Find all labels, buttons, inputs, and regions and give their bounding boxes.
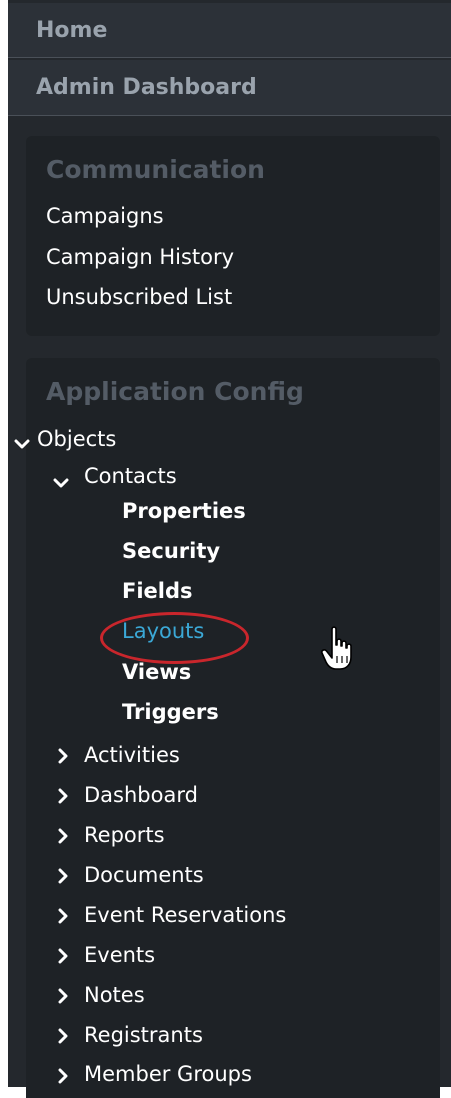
application-config-title: Application Config — [46, 377, 304, 406]
chevron-right-icon[interactable] — [55, 908, 71, 924]
chevron-right-icon[interactable] — [55, 788, 71, 804]
communication-title: Communication — [46, 155, 265, 184]
tree-contacts[interactable]: Contacts — [84, 464, 177, 488]
tree-registrants[interactable]: Registrants — [84, 1023, 203, 1047]
tree-objects[interactable]: Objects — [37, 427, 116, 451]
link-unsubscribed-list[interactable]: Unsubscribed List — [46, 285, 232, 309]
tree-event-reservations[interactable]: Event Reservations — [84, 903, 286, 927]
sidebar: Home Admin Dashboard Communication Campa… — [8, 0, 451, 1098]
chevron-right-icon[interactable] — [55, 1068, 71, 1084]
chevron-right-icon[interactable] — [55, 988, 71, 1004]
chevron-down-icon[interactable] — [14, 436, 30, 452]
tree-contacts-triggers[interactable]: Triggers — [122, 700, 219, 724]
chevron-down-icon[interactable] — [53, 475, 69, 491]
tree-events[interactable]: Events — [84, 943, 155, 967]
chevron-right-icon[interactable] — [55, 948, 71, 964]
link-campaign-history[interactable]: Campaign History — [46, 245, 234, 269]
nav-admin-dashboard[interactable]: Admin Dashboard — [8, 60, 451, 116]
tree-reports[interactable]: Reports — [84, 823, 165, 847]
chevron-right-icon[interactable] — [55, 748, 71, 764]
tree-contacts-fields[interactable]: Fields — [122, 579, 193, 603]
nav-home[interactable]: Home — [8, 3, 451, 58]
link-campaigns[interactable]: Campaigns — [46, 204, 164, 228]
chevron-right-icon[interactable] — [55, 1028, 71, 1044]
tree-dashboard[interactable]: Dashboard — [84, 783, 198, 807]
tree-member-groups[interactable]: Member Groups — [84, 1062, 252, 1086]
tree-contacts-security[interactable]: Security — [122, 539, 220, 563]
chevron-right-icon[interactable] — [55, 828, 71, 844]
tree-activities[interactable]: Activities — [84, 743, 180, 767]
chevron-right-icon[interactable] — [55, 868, 71, 884]
hand-pointer-icon — [321, 626, 352, 670]
tree-documents[interactable]: Documents — [84, 863, 204, 887]
tree-contacts-properties[interactable]: Properties — [122, 499, 246, 523]
tree-notes[interactable]: Notes — [84, 983, 145, 1007]
highlight-circle — [100, 612, 249, 664]
